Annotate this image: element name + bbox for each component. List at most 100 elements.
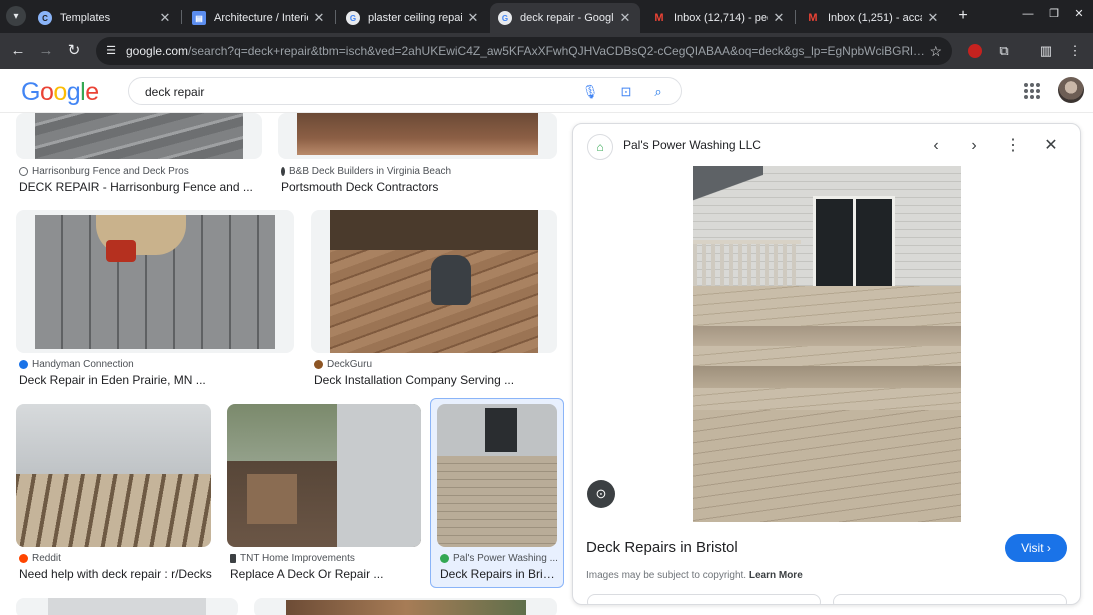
chevron-right-icon[interactable]: › bbox=[963, 135, 985, 157]
close-tab-icon[interactable]: ✕ bbox=[926, 10, 940, 26]
new-tab-icon[interactable]: + bbox=[953, 6, 973, 26]
tab-divider bbox=[795, 10, 796, 24]
minimize-icon[interactable]: — bbox=[1020, 6, 1036, 22]
result-thumbnail-selected[interactable] bbox=[437, 404, 557, 547]
url-text[interactable]: google.com/search?q=deck+repair&tbm=isch… bbox=[126, 44, 926, 58]
templates-icon: C bbox=[38, 11, 52, 25]
back-icon[interactable]: ← bbox=[8, 41, 28, 61]
bookmark-star-icon[interactable]: ☆ bbox=[929, 43, 942, 59]
preview-image-container[interactable] bbox=[573, 166, 1080, 522]
side-panel-icon[interactable]: ▥ bbox=[1037, 42, 1055, 60]
result-source[interactable]: Harrisonburg Fence and Deck Pros bbox=[19, 166, 259, 177]
result-thumbnail[interactable] bbox=[311, 210, 557, 353]
railing-image bbox=[330, 210, 538, 250]
search-icon[interactable]: ⌕ bbox=[649, 83, 667, 101]
deck-step-image bbox=[693, 326, 961, 346]
source-favicon-icon bbox=[440, 554, 449, 563]
site-info-icon[interactable]: ☰ bbox=[104, 44, 118, 58]
menu-kebab-icon[interactable]: ⋮ bbox=[1066, 42, 1084, 60]
result-thumbnail[interactable] bbox=[16, 598, 238, 615]
railing-image bbox=[693, 240, 801, 290]
result-title[interactable]: Need help with deck repair : r/Decks bbox=[19, 567, 219, 581]
tab-search-icon[interactable]: ▾ bbox=[6, 6, 26, 26]
reddit-icon bbox=[19, 554, 28, 563]
result-thumbnail[interactable] bbox=[16, 113, 262, 159]
result-thumbnail[interactable] bbox=[254, 598, 557, 615]
result-source[interactable]: DeckGuru bbox=[314, 359, 554, 370]
reload-icon[interactable]: ↻ bbox=[64, 41, 84, 61]
close-icon[interactable]: ✕ bbox=[1040, 135, 1062, 157]
tab-inbox-1[interactable]: M Inbox (12,714) - peere ✕ bbox=[644, 3, 794, 33]
extension-red-icon[interactable] bbox=[968, 44, 982, 58]
result-title[interactable]: Replace A Deck Or Repair ... bbox=[230, 567, 420, 581]
door-frame-image bbox=[853, 196, 856, 292]
source-favicon-icon bbox=[281, 167, 285, 176]
related-chip[interactable] bbox=[587, 594, 821, 604]
result-thumbnail[interactable] bbox=[227, 404, 421, 547]
result-source[interactable]: B&B Deck Builders in Virginia Beach bbox=[281, 166, 551, 177]
address-bar[interactable]: ☰ google.com/search?q=deck+repair&tbm=is… bbox=[96, 37, 952, 65]
close-tab-icon[interactable]: ✕ bbox=[618, 10, 632, 26]
deck-lower-image bbox=[693, 410, 961, 522]
lens-icon[interactable]: ⊙ bbox=[587, 480, 615, 508]
tab-inbox-2[interactable]: M Inbox (1,251) - accand ✕ bbox=[798, 3, 948, 33]
google-logo[interactable]: Google bbox=[21, 78, 99, 107]
result-source[interactable]: Reddit bbox=[19, 553, 209, 564]
browser-toolbar: ← → ↻ ☰ google.com/search?q=deck+repair&… bbox=[0, 33, 1093, 69]
preview-title[interactable]: Deck Repairs in Bristol bbox=[586, 539, 738, 556]
deck-step-image bbox=[693, 366, 961, 388]
tab-divider bbox=[335, 10, 336, 24]
voice-search-icon[interactable]: 🎙︎ bbox=[581, 83, 599, 101]
visit-button[interactable]: Visit › bbox=[1005, 534, 1067, 562]
restore-icon[interactable]: ❐ bbox=[1046, 6, 1062, 22]
deck-image bbox=[297, 113, 538, 155]
image-preview-panel: ⌂ Pal's Power Washing LLC ‹ › ⋮ ✕ ⊙ Deck… bbox=[572, 123, 1081, 605]
doc-icon: ▤ bbox=[192, 11, 206, 25]
tab-architecture[interactable]: ▤ Architecture / Interior D ✕ bbox=[184, 3, 334, 33]
close-tab-icon[interactable]: ✕ bbox=[312, 10, 326, 26]
result-title[interactable]: Portsmouth Deck Contractors bbox=[281, 180, 551, 194]
result-title[interactable]: Deck Installation Company Serving ... bbox=[314, 373, 554, 387]
close-tab-icon[interactable]: ✕ bbox=[466, 10, 480, 26]
more-options-icon[interactable]: ⋮ bbox=[1002, 135, 1024, 157]
close-window-icon[interactable]: ✕ bbox=[1071, 6, 1087, 22]
tab-plaster[interactable]: G plaster ceiling repair w ✕ bbox=[338, 3, 488, 33]
tab-templates[interactable]: C Templates ✕ bbox=[30, 3, 180, 33]
house-wall-image bbox=[337, 404, 421, 547]
result-thumbnail[interactable] bbox=[16, 404, 211, 547]
google-icon: G bbox=[498, 11, 512, 25]
tab-divider bbox=[181, 10, 182, 24]
result-title[interactable]: DECK REPAIR - Harrisonburg Fence and ... bbox=[19, 180, 259, 194]
result-title[interactable]: Deck Repairs in Brist... bbox=[440, 567, 558, 581]
chevron-left-icon[interactable]: ‹ bbox=[925, 135, 947, 157]
drill-image bbox=[106, 240, 136, 262]
close-tab-icon[interactable]: ✕ bbox=[772, 10, 786, 26]
result-thumbnail[interactable] bbox=[16, 210, 294, 353]
related-chip[interactable] bbox=[833, 594, 1067, 604]
deck-frame-image bbox=[16, 474, 211, 547]
result-title[interactable]: Deck Repair in Eden Prairie, MN ... bbox=[19, 373, 289, 387]
close-tab-icon[interactable]: ✕ bbox=[158, 10, 172, 26]
avatar[interactable] bbox=[1058, 77, 1084, 103]
source-favicon-icon bbox=[230, 554, 236, 563]
result-source[interactable]: Handyman Connection bbox=[19, 359, 289, 370]
tab-deck-repair[interactable]: G deck repair - Google Se ✕ bbox=[490, 3, 640, 33]
result-source[interactable]: TNT Home Improvements bbox=[230, 553, 420, 564]
search-box[interactable]: deck repair 🎙︎ ⊡ ⌕ bbox=[128, 77, 682, 105]
worker-image bbox=[431, 255, 471, 305]
deck-steps-image bbox=[437, 456, 557, 547]
preview-site-name[interactable]: Pal's Power Washing LLC bbox=[623, 138, 761, 152]
google-icon: G bbox=[346, 11, 360, 25]
forward-icon[interactable]: → bbox=[36, 41, 56, 61]
site-favicon-icon: ⌂ bbox=[587, 134, 613, 160]
google-apps-icon[interactable] bbox=[1024, 83, 1040, 99]
copyright-notice: Images may be subject to copyright. Lear… bbox=[586, 570, 803, 581]
learn-more-link[interactable]: Learn More bbox=[749, 570, 803, 581]
result-source[interactable]: Pal's Power Washing ... bbox=[440, 553, 558, 564]
extensions-puzzle-icon[interactable]: ⧉ bbox=[995, 42, 1013, 60]
source-favicon-icon bbox=[19, 167, 28, 176]
lens-search-icon[interactable]: ⊡ bbox=[617, 83, 635, 101]
deck-image bbox=[48, 598, 206, 615]
result-thumbnail[interactable] bbox=[278, 113, 557, 159]
search-input[interactable]: deck repair bbox=[145, 85, 204, 99]
